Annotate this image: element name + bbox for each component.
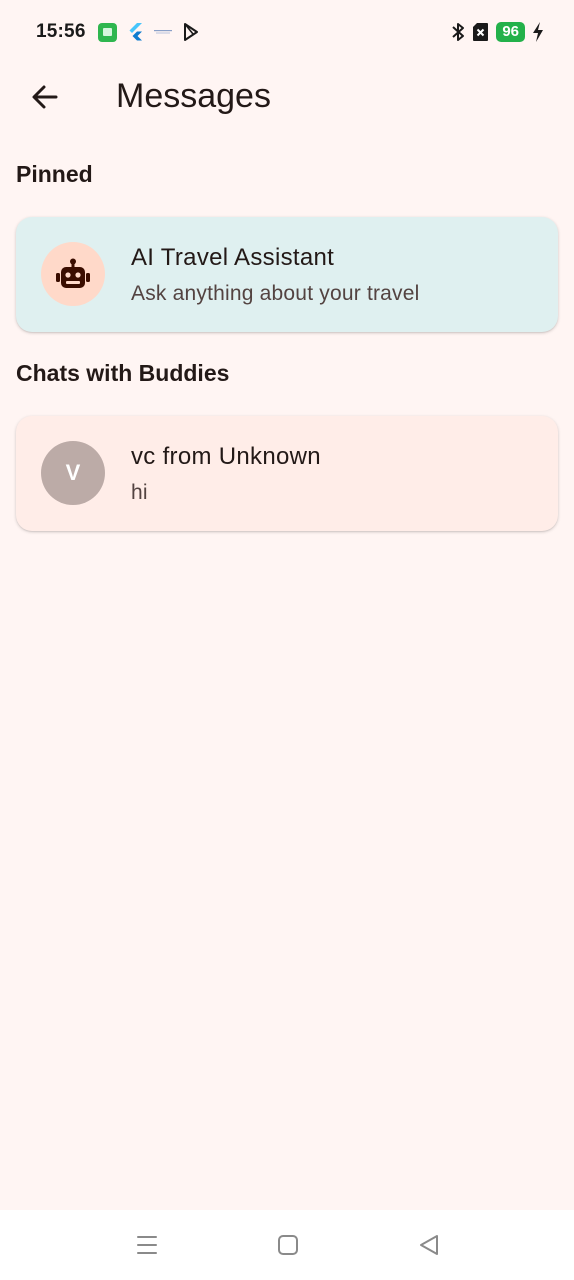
status-right-icons: 96 (451, 20, 544, 44)
status-bar: 15:56 96 (0, 0, 574, 64)
play-store-icon (184, 23, 198, 41)
notification-dots-icon (154, 30, 172, 34)
back-triangle-icon (420, 1235, 438, 1255)
chats-section-title: Chats with Buddies (16, 360, 230, 386)
chat-title: AI Travel Assistant (131, 244, 335, 271)
robot-icon (56, 258, 90, 288)
arrow-back-icon (32, 85, 58, 109)
charging-bolt-icon (533, 22, 543, 42)
avatar: V (41, 441, 105, 505)
system-back-button[interactable] (414, 1230, 444, 1260)
page-title: Messages (116, 77, 271, 115)
pinned-section-title: Pinned (16, 161, 93, 187)
system-nav-bar (0, 1210, 574, 1280)
sim-off-icon (473, 23, 489, 41)
menu-icon (137, 1236, 157, 1254)
chat-title: vc from Unknown (131, 443, 321, 470)
home-button[interactable] (273, 1230, 303, 1260)
back-button[interactable] (22, 74, 68, 120)
chat-subtitle: Ask anything about your travel (131, 282, 420, 305)
notification-icons (98, 21, 200, 43)
avatar-letter: V (65, 460, 81, 485)
recent-apps-button[interactable] (132, 1230, 162, 1260)
home-square-icon (278, 1235, 298, 1255)
bluetooth-icon (452, 23, 465, 41)
battery-level-badge: 96 (496, 22, 525, 42)
app-bar: Messages (0, 64, 574, 128)
ai-assistant-card[interactable]: AI Travel Assistant Ask anything about y… (16, 217, 558, 332)
ai-avatar (41, 242, 105, 306)
green-app-icon (98, 22, 117, 42)
chat-last-message: hi (131, 481, 148, 504)
status-time: 15:56 (36, 21, 86, 42)
buddy-chat-card[interactable]: V vc from Unknown hi (16, 416, 558, 531)
flutter-icon (129, 23, 142, 41)
messages-screen: 15:56 96 Messages Pinned AI Travel Assis… (0, 0, 574, 1280)
